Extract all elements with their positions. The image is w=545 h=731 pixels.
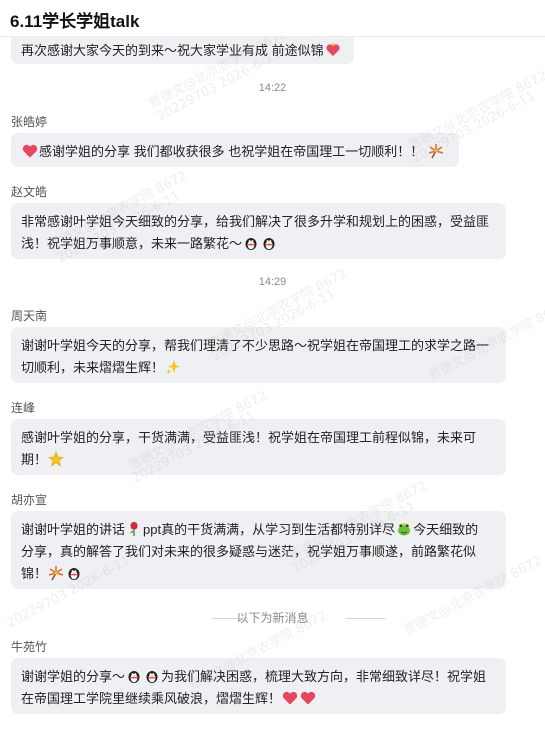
sender-name: 连峰	[11, 401, 36, 415]
sender-name: 周天南	[11, 309, 48, 323]
message-text: 分享，真的解答了我们对未来的很多疑惑与迷茫，祝学姐万事顺遂，前路繁花似	[21, 544, 477, 559]
fireworks-icon	[48, 566, 64, 581]
timestamp: 14:29	[258, 276, 287, 288]
penguin-icon	[128, 671, 140, 683]
chat-header: 6.11学长学姐talk	[0, 0, 545, 37]
message-text: 感谢学姐的分享 我们都收获很多 也祝学姐在帝国理工一切顺利！！	[39, 144, 424, 159]
message-text: 切顺利，未来熠熠生辉！	[21, 360, 165, 375]
penguin-icon	[68, 568, 80, 580]
message-text: 感谢叶学姐的分享，干货满满，受益匪浅！祝学姐在帝国理工前程似锦，未来可	[21, 430, 477, 445]
penguin-icon	[245, 238, 257, 250]
sender-name: 胡亦宣	[11, 493, 48, 507]
penguin-icon	[146, 671, 158, 683]
star-icon	[48, 451, 64, 467]
message-bubble[interactable]: 谢谢学姐的分享～ 为我们解决困惑，梳理大致方向，非常细致详尽！祝学姐 在帝国理工学…	[11, 658, 506, 714]
fireworks-icon	[428, 144, 444, 159]
message-text: 今天细致的	[413, 522, 479, 537]
message-bubble[interactable]: 感谢叶学姐的分享，干货满满，受益匪浅！祝学姐在帝国理工前程似锦，未来可 期！	[11, 419, 506, 475]
message-text: 期！	[21, 452, 48, 467]
message-text: 谢谢学姐的分享～	[21, 669, 126, 684]
heart-icon	[326, 42, 340, 56]
message-bubble[interactable]: 感谢学姐的分享 我们都收获很多 也祝学姐在帝国理工一切顺利！！	[11, 133, 459, 167]
message-text: 在帝国理工学院里继续乘风破浪，熠熠生辉！	[21, 691, 282, 706]
sender-name: 赵文皓	[11, 185, 48, 199]
new-messages-divider: 以下为新消息	[0, 610, 545, 626]
message-bubble[interactable]: 谢谢叶学姐的讲话 ppt真的干货满满，从学习到生活都特别详尽 今天细致的 分享，真的…	[11, 511, 506, 589]
message-bubble[interactable]: 非常感谢叶学姐今天细致的分享，给我们解决了很多升学和规划上的困惑，受益匪 浅！祝…	[11, 203, 506, 259]
message-bubble[interactable]: 谢谢叶学姐今天的分享，帮我们理清了不少思路～祝学姐在帝国理工的求学之路一 切顺利…	[11, 327, 506, 383]
divider-label: 以下为新消息	[236, 611, 309, 625]
rose-icon	[130, 522, 138, 536]
message-text: 非常感谢叶学姐今天细致的分享，给我们解决了很多升学和规划上的困惑，受益匪	[21, 214, 490, 229]
heart-icon	[282, 691, 298, 705]
sender-name: 张皓婷	[11, 115, 48, 129]
message-text: 谢谢叶学姐今天的分享，帮我们理清了不少思路～祝学姐在帝国理工的求学之路一	[21, 338, 490, 353]
message-text: 为我们解决困惑，梳理大致方向，非常细致详尽！祝学姐	[161, 669, 487, 684]
heart-icon	[22, 144, 38, 158]
chat-title: 6.11学长学姐talk	[10, 12, 140, 31]
message-text: ppt真的干货满满，从学习到生活都特别详尽	[143, 522, 396, 537]
frog-icon	[398, 522, 411, 536]
message-text: 再次感谢大家今天的到来～祝大家学业有成 前途似锦	[21, 43, 324, 58]
message-text: 锦！	[21, 566, 48, 581]
penguin-icon	[263, 238, 275, 250]
heart-icon	[300, 691, 316, 705]
sender-name: 牛苑竹	[11, 640, 48, 654]
sparkles-icon	[166, 360, 181, 374]
divider-line	[346, 618, 386, 619]
timestamp: 14:22	[258, 82, 287, 94]
message-text: 浅！祝学姐万事顺意，未来一路繁花～	[21, 236, 243, 251]
message-list[interactable]: 再次感谢大家今天的到来～祝大家学业有成 前途似锦 14:22 张皓婷 感谢学姐的…	[0, 0, 545, 731]
message-text: 谢谢叶学姐的讲话	[21, 522, 126, 537]
